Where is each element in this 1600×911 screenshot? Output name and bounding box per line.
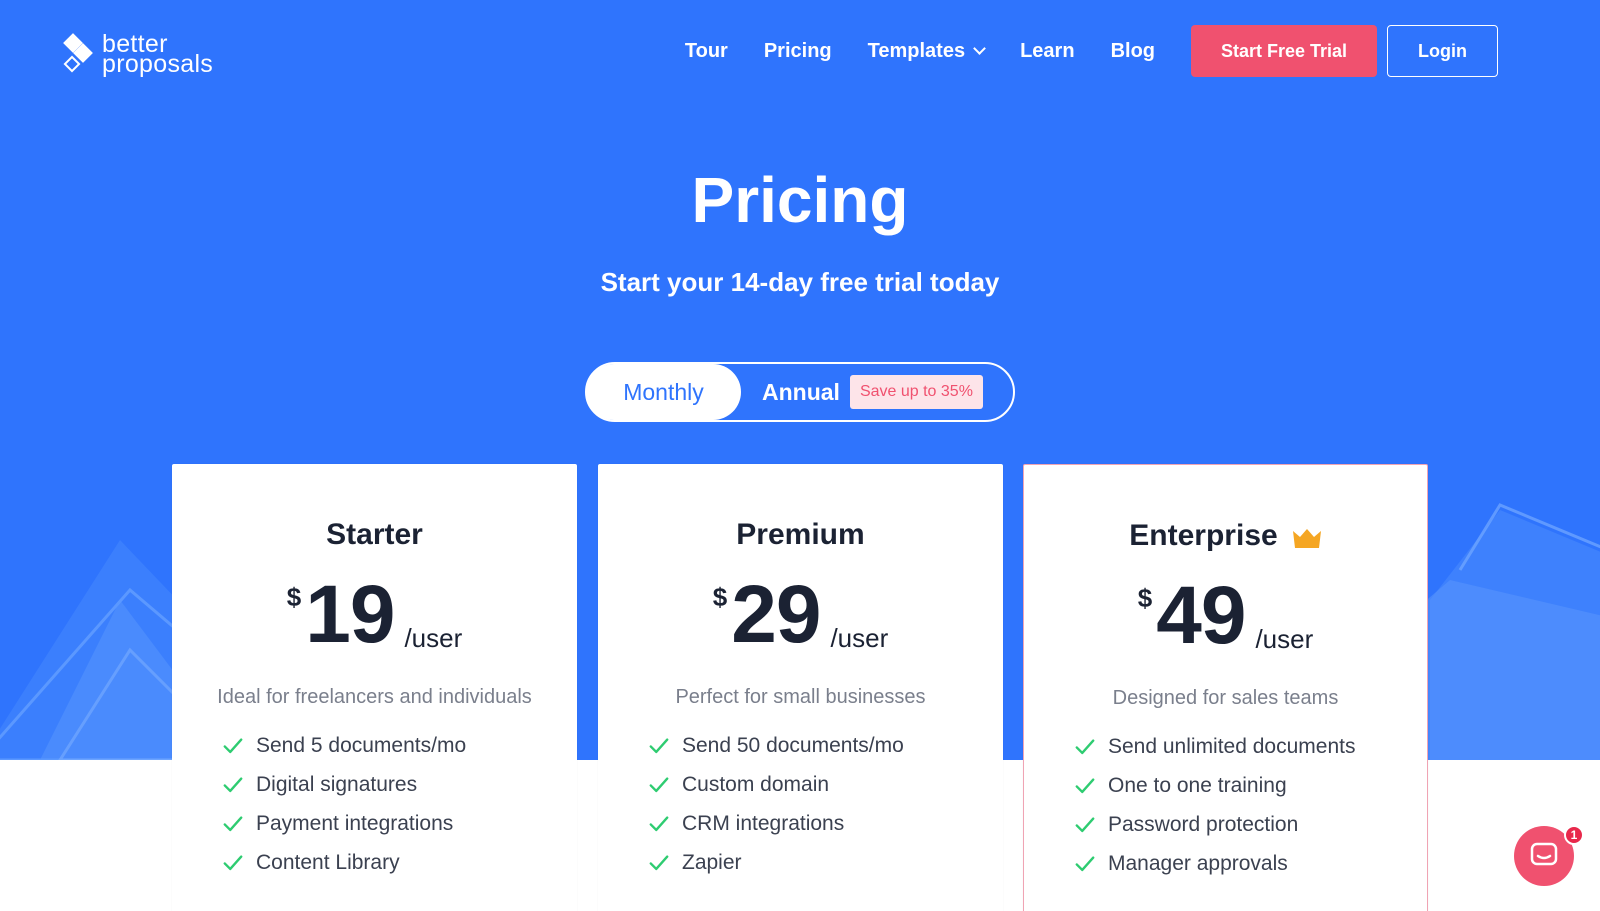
feature-item: Payment integrations [222,804,466,843]
feature-item: Custom domain [648,765,904,804]
billing-option-annual[interactable]: Annual [762,379,840,406]
price-amount: 29 [731,569,821,660]
feature-text: Digital signatures [256,772,418,796]
plan-name-text: Enterprise [1129,519,1278,552]
check-icon [649,776,669,792]
feature-text: Payment integrations [256,811,454,835]
feature-item: Send 50 documents/mo [648,726,904,765]
logo-line-2: proposals [102,50,214,78]
price-amount: 49 [1156,570,1246,661]
plan-description: Designed for sales teams [1112,687,1339,709]
plan-description: Perfect for small businesses [675,686,926,708]
check-icon [1075,777,1095,793]
price-amount: 19 [305,569,395,660]
price-unit: /user [1255,624,1314,654]
plan-price: $ 29 /user [598,574,1003,656]
feature-item: Manager approvals [1074,844,1355,883]
check-icon [649,815,669,831]
plan-name-text: Starter [326,518,423,551]
plan-card-starter: Starter $ 19 /user Ideal for freelancers… [172,464,577,911]
check-icon [223,776,243,792]
feature-text: Send 5 documents/mo [256,733,467,757]
brand-logo[interactable]: better proposals [60,32,214,78]
feature-text: One to one training [1108,773,1287,797]
page-subtitle: Start your 14-day free trial today [600,267,1000,297]
plan-price: $ 49 /user [1024,575,1427,657]
nav-blog[interactable]: Blog [1111,40,1155,63]
price-currency: $ [286,582,302,612]
check-icon [1075,855,1095,871]
plan-name-text: Premium [736,518,865,551]
save-badge: Save up to 35% [849,375,983,409]
plan-name: Premium [598,518,1003,552]
check-icon [1075,738,1095,754]
feature-item: Password protection [1074,805,1355,844]
page-title: Pricing [691,164,909,236]
unread-count-badge: 1 [1564,825,1584,845]
price-currency: $ [712,582,728,612]
feature-text: Send 50 documents/mo [682,733,904,757]
feature-text: Zapier [682,850,742,874]
check-icon [223,815,243,831]
plan-card-enterprise: Enterprise $ 49 /user Designed for sales… [1023,464,1428,911]
check-icon [223,737,243,753]
check-icon [649,854,669,870]
feature-text: CRM integrations [682,811,845,835]
nav-learn[interactable]: Learn [1020,40,1074,63]
feature-text: Content Library [256,850,400,874]
check-icon [223,854,243,870]
price-unit: /user [830,623,889,653]
feature-text: Custom domain [682,772,830,796]
feature-text: Send unlimited documents [1108,734,1356,758]
plan-name: Enterprise [1024,519,1427,553]
feature-item: Zapier [648,843,904,882]
logo-mark-icon [60,32,94,76]
billing-option-monthly[interactable]: Monthly [586,364,741,420]
plan-name: Starter [172,518,577,552]
feature-item: Content Library [222,843,466,882]
billing-toggle[interactable]: Monthly Annual Save up to 35% [585,362,1015,422]
feature-list: Send unlimited documents One to one trai… [1074,727,1355,883]
plan-description: Ideal for freelancers and individuals [217,686,532,708]
price-currency: $ [1137,583,1153,613]
feature-list: Send 5 documents/mo Digital signatures P… [222,726,466,882]
logo-wordmark: better proposals [102,32,214,78]
feature-item: Digital signatures [222,765,466,804]
price-unit: /user [404,623,463,653]
feature-item: Send 5 documents/mo [222,726,466,765]
nav-tour[interactable]: Tour [685,40,728,63]
feature-text: Manager approvals [1108,851,1288,875]
feature-list: Send 50 documents/mo Custom domain CRM i… [648,726,904,882]
login-button[interactable]: Login [1387,25,1498,77]
feature-text: Password protection [1108,812,1299,836]
feature-item: One to one training [1074,766,1355,805]
nav-templates-label: Templates [867,39,966,62]
crown-icon [1292,529,1321,548]
start-free-trial-button[interactable]: Start Free Trial [1191,25,1377,77]
check-icon [649,737,669,753]
plan-card-premium: Premium $ 29 /user Perfect for small bus… [598,464,1003,911]
nav-pricing[interactable]: Pricing [764,40,832,63]
chevron-down-icon [973,42,986,55]
nav-templates[interactable]: Templates [867,39,986,63]
feature-item: Send unlimited documents [1074,727,1355,766]
chat-bubble-icon [1530,842,1558,866]
plan-price: $ 19 /user [172,574,577,656]
main-nav: Tour Pricing Templates Learn Blog Start … [685,25,1498,77]
feature-item: CRM integrations [648,804,904,843]
check-icon [1075,816,1095,832]
